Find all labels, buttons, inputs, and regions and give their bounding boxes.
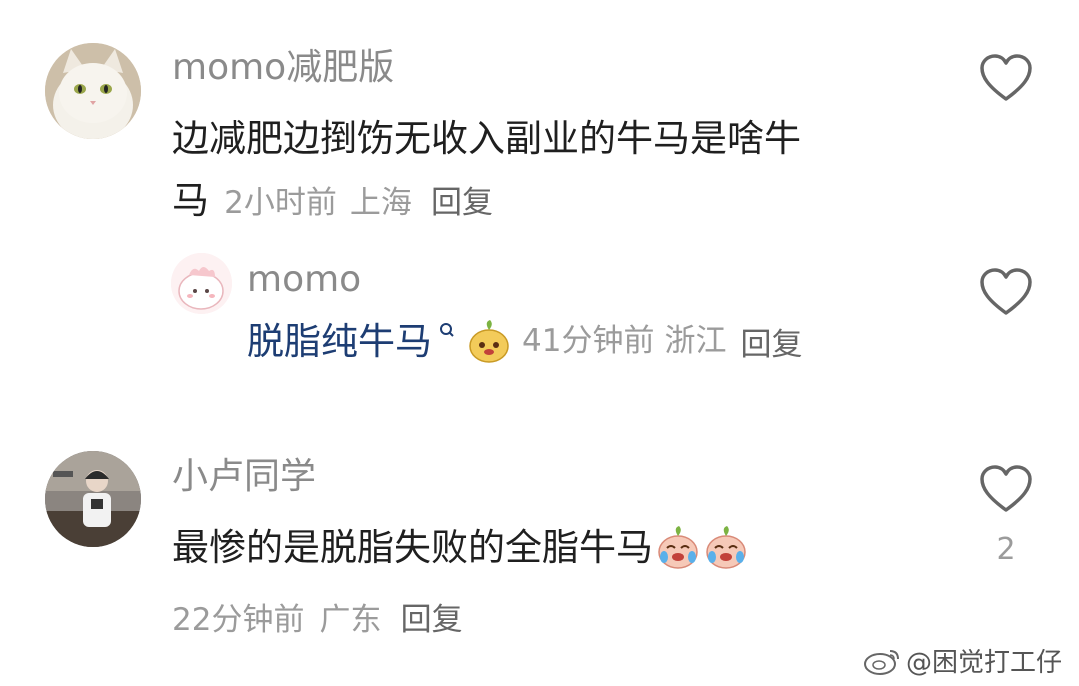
comment-location: 上海	[349, 185, 412, 221]
heart-icon[interactable]	[978, 53, 1034, 103]
comment-text: 边减肥边捯饬无收入副业的牛马是啥牛	[172, 117, 801, 160]
watermark: @困觉打工仔	[862, 642, 1062, 679]
watermark-text: @困觉打工仔	[906, 648, 1063, 678]
comment-meta: 马 2小时前 上海 回复	[172, 177, 493, 222]
comment-meta: 22分钟前 广东 回复	[172, 594, 463, 639]
reply-location: 浙江	[664, 322, 727, 359]
crying-peach-emoji	[706, 526, 746, 569]
peach-emoji	[469, 320, 509, 363]
avatar[interactable]	[45, 451, 141, 547]
comment-username[interactable]: momo减肥版	[172, 50, 394, 86]
reply-button[interactable]: 回复	[740, 319, 802, 364]
like-count: 2	[996, 532, 1016, 567]
reply-time: 41分钟前	[522, 322, 655, 359]
comment-location: 广东	[319, 602, 382, 638]
crying-peach-emoji	[658, 526, 698, 569]
reply-button[interactable]: 回复	[431, 185, 493, 221]
weibo-icon	[864, 649, 899, 675]
reply-line: 脱脂纯牛马 41分钟前 浙江 回复	[247, 318, 802, 364]
comment-time: 22分钟前	[172, 602, 305, 638]
heart-icon[interactable]	[978, 464, 1034, 514]
reply-username[interactable]: momo	[247, 262, 361, 298]
search-icon[interactable]	[438, 321, 456, 343]
avatar[interactable]	[45, 43, 141, 139]
avatar[interactable]	[171, 253, 232, 314]
comment-username[interactable]: 小卢同学	[172, 459, 316, 495]
comment-text-line: 最惨的是脱脂失败的全脂牛马	[172, 524, 749, 570]
comment-text: 最惨的是脱脂失败的全脂牛马	[172, 525, 653, 569]
reply-text: 脱脂纯牛马	[247, 319, 432, 363]
heart-icon[interactable]	[978, 267, 1034, 317]
reply-button[interactable]: 回复	[401, 602, 463, 638]
comment-time: 2小时前	[224, 185, 337, 221]
comment-text-continued: 马	[172, 179, 209, 222]
